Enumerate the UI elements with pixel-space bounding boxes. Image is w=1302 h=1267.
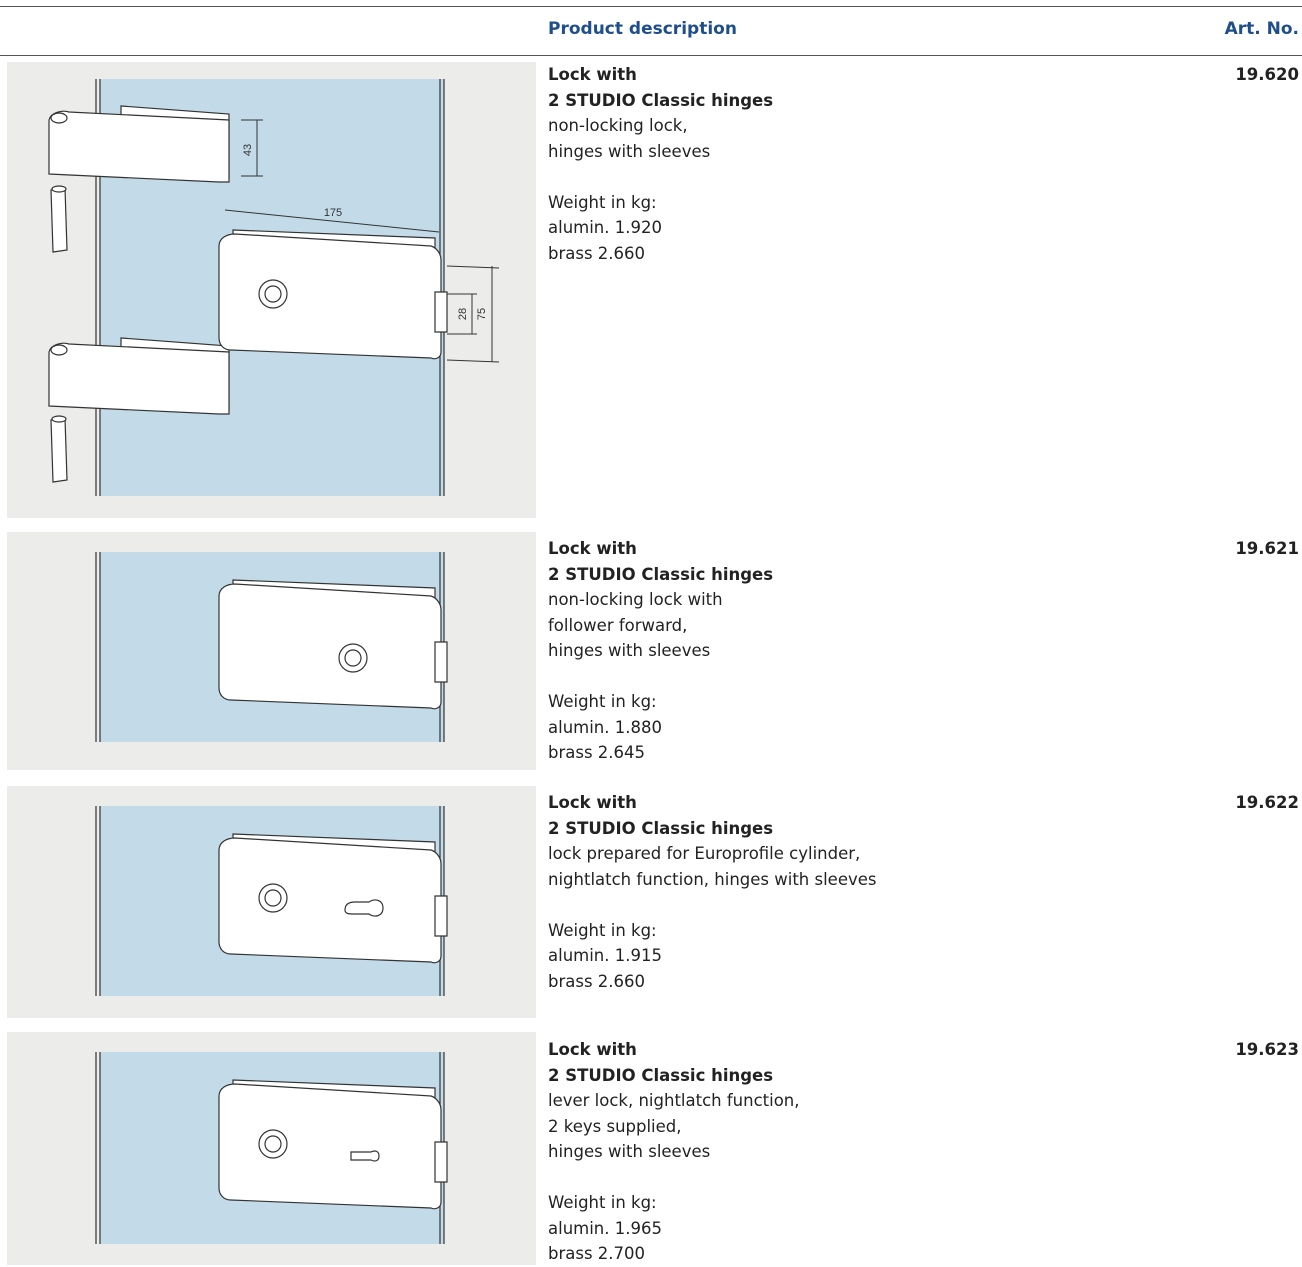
product-detail: hinges with sleeves [548,141,711,161]
weight-value: brass 2.645 [548,743,646,762]
product-detail: hinges with sleeves [548,1142,711,1161]
lock-body [218,1079,448,1210]
article-number: 19.620 [1235,65,1299,84]
lock-body [218,833,448,964]
weight-label: Weight in kg: [548,1193,657,1212]
weight-value: alumin. 1.965 [548,1218,662,1238]
product-title: 2 STUDIO Classic hinges [548,564,774,584]
product-title: 2 STUDIO Classic hinges [548,90,774,110]
dimension-label: 43 [242,144,254,156]
top-rule [0,6,1302,7]
weight-value: alumin. 1.915 [548,946,662,965]
lock-drawing [95,552,448,742]
column-header-description: Product description [548,19,737,39]
product-detail: lock prepared for Europrofile cylinder, [548,844,861,863]
product-detail: 2 keys supplied, [548,1116,682,1136]
article-number: 19.623 [1235,1040,1299,1059]
product-detail: follower forward, [548,615,688,635]
product-detail: non-locking lock, [548,116,688,135]
weight-value: brass 2.660 [548,971,646,991]
product-detail: non-locking lock with [548,590,723,609]
product-description: Lock with 2 STUDIO Classic hinges lever … [548,1037,1148,1267]
product-detail: hinges with sleeves [548,641,711,660]
article-number: 19.621 [1235,539,1299,558]
lock-drawing [95,806,448,996]
column-header-art-no: Art. No. [1224,19,1299,39]
weight-label: Weight in kg: [548,192,657,212]
product-title: Lock with [548,65,637,84]
lock-body [218,229,448,360]
header-rule [0,55,1302,56]
product-title: Lock with [548,793,637,812]
weight-value: alumin. 1.920 [548,218,662,237]
product-title: 2 STUDIO Classic hinges [548,818,774,838]
weight-value: brass 2.700 [548,1244,646,1263]
product-title: Lock with [548,1040,637,1059]
lock-drawing [95,1052,448,1244]
dimension-label: 175 [324,207,342,219]
lock-hinges-drawing: 43 175 28 75 [48,79,500,496]
dimension-label: 75 [476,308,488,320]
product-image-lever-lock [7,1032,536,1265]
weight-label: Weight in kg: [548,920,657,940]
weight-value: alumin. 1.880 [548,717,662,737]
product-image-follower-forward [7,532,536,770]
product-image-europrofile-cylinder [7,786,536,1018]
weight-label: Weight in kg: [548,692,657,711]
product-description: Lock with 2 STUDIO Classic hinges non-lo… [548,62,1148,266]
product-title: Lock with [548,539,637,558]
product-description: Lock with 2 STUDIO Classic hinges non-lo… [548,536,1148,766]
product-detail: lever lock, nightlatch function, [548,1091,800,1110]
weight-value: brass 2.660 [548,243,646,263]
lock-body [218,579,448,710]
product-detail: nightlatch function, hinges with sleeves [548,869,877,889]
dimension-label: 28 [457,308,469,320]
product-title: 2 STUDIO Classic hinges [548,1065,774,1085]
article-number: 19.622 [1235,793,1299,812]
product-image-lock-with-hinges: 43 175 28 75 [7,62,536,518]
product-description: Lock with 2 STUDIO Classic hinges lock p… [548,790,1148,994]
